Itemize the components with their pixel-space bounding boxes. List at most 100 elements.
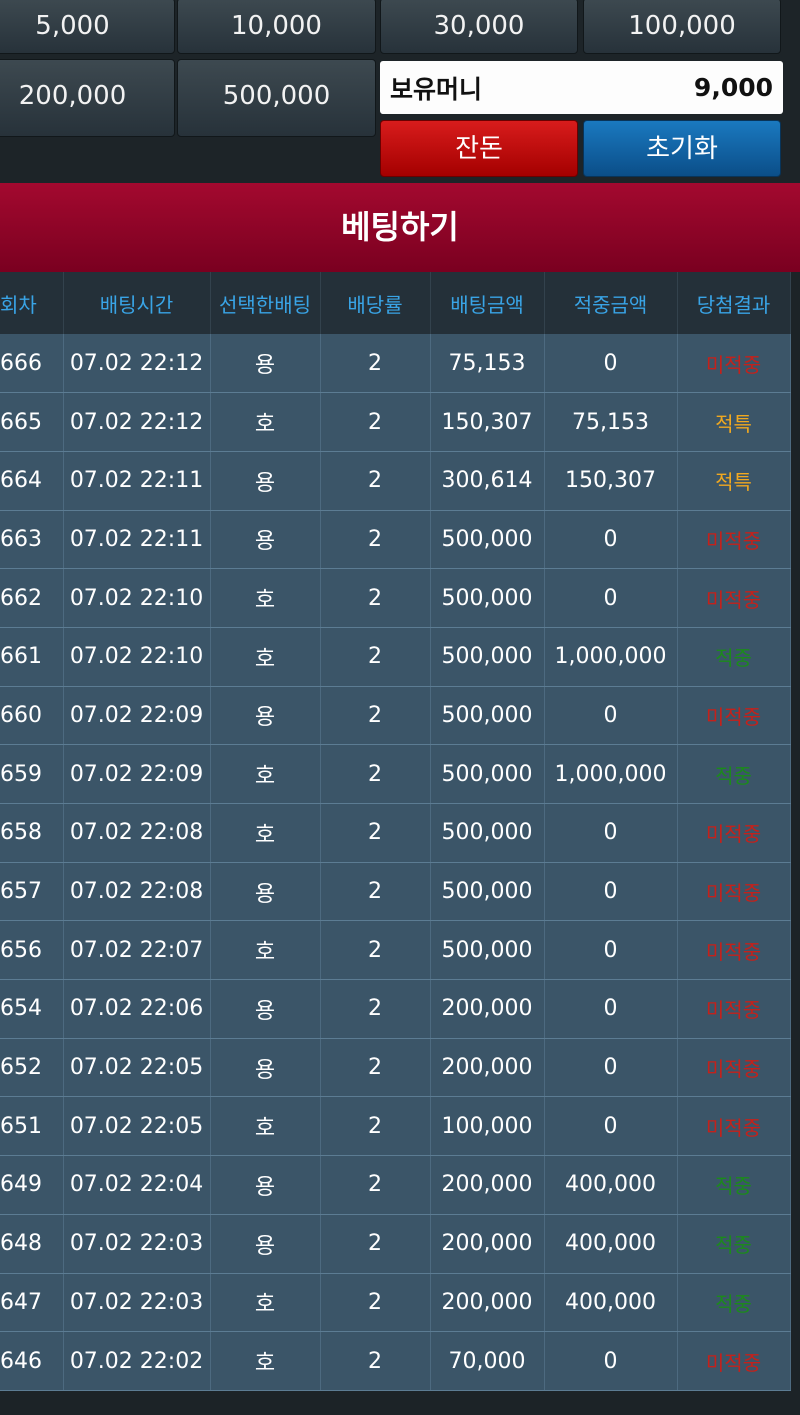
cell-result: 미적중 — [677, 979, 791, 1039]
cell-bet-time: 07.02 22:07 — [63, 920, 211, 981]
cell-win-amount: 150,307 — [544, 451, 678, 511]
header-result: 당첨결과 — [677, 272, 791, 334]
cell-odds: 2 — [320, 627, 431, 687]
cell-round: 663 — [0, 510, 64, 570]
cell-odds: 2 — [320, 979, 431, 1039]
chip-5000-button[interactable]: 5,000 — [0, 0, 175, 54]
table-row: 665 07.02 22:12 호 2 150,307 75,153 적특 — [0, 392, 791, 452]
cell-selection: 용 — [210, 1155, 321, 1215]
cell-result: 적중 — [677, 1214, 791, 1274]
cell-odds: 2 — [320, 803, 431, 863]
cell-result: 미적중 — [677, 862, 791, 922]
cell-round: 656 — [0, 920, 64, 981]
cell-bet-time: 07.02 22:03 — [63, 1273, 211, 1333]
reset-button[interactable]: 초기화 — [583, 120, 781, 177]
cell-win-amount: 1,000,000 — [544, 744, 678, 804]
cell-bet-time: 07.02 22:02 — [63, 1331, 211, 1391]
cell-win-amount: 0 — [544, 1038, 678, 1098]
table-row: 662 07.02 22:10 호 2 500,000 0 미적중 — [0, 568, 791, 628]
cell-result: 미적중 — [677, 920, 791, 981]
table-row: 649 07.02 22:04 용 2 200,000 400,000 적중 — [0, 1155, 791, 1215]
bet-button[interactable]: 베팅하기 — [0, 183, 800, 272]
cell-selection: 용 — [210, 979, 321, 1039]
table-row: 663 07.02 22:11 용 2 500,000 0 미적중 — [0, 510, 791, 570]
chip-panel: 5,000 10,000 30,000 100,000 200,000 500,… — [0, 0, 800, 183]
cell-result: 미적중 — [677, 568, 791, 628]
cell-selection: 용 — [210, 334, 321, 394]
table-row: 648 07.02 22:03 용 2 200,000 400,000 적중 — [0, 1214, 791, 1274]
cell-selection: 호 — [210, 392, 321, 452]
chip-100000-button[interactable]: 100,000 — [583, 0, 781, 54]
cell-result: 적특 — [677, 392, 791, 452]
cell-win-amount: 0 — [544, 510, 678, 570]
cell-win-amount: 0 — [544, 979, 678, 1039]
cell-bet-time: 07.02 22:08 — [63, 862, 211, 922]
table-row: 657 07.02 22:08 용 2 500,000 0 미적중 — [0, 862, 791, 922]
header-win-amount: 적중금액 — [544, 272, 678, 334]
table-row: 646 07.02 22:02 호 2 70,000 0 미적중 — [0, 1331, 791, 1391]
table-row: 654 07.02 22:06 용 2 200,000 0 미적중 — [0, 979, 791, 1039]
cell-odds: 2 — [320, 451, 431, 511]
balance-box: 보유머니 9,000 — [380, 61, 783, 114]
cell-odds: 2 — [320, 568, 431, 628]
cell-odds: 2 — [320, 1038, 431, 1098]
cell-selection: 호 — [210, 920, 321, 981]
cell-selection: 호 — [210, 627, 321, 687]
cell-round: 662 — [0, 568, 64, 628]
header-selection: 선택한배팅 — [210, 272, 321, 334]
cell-bet-amount: 500,000 — [430, 803, 545, 863]
chip-500000-button[interactable]: 500,000 — [177, 59, 376, 137]
cell-result: 미적중 — [677, 334, 791, 394]
table-row: 656 07.02 22:07 호 2 500,000 0 미적중 — [0, 920, 791, 981]
cell-selection: 호 — [210, 744, 321, 804]
cell-bet-amount: 500,000 — [430, 862, 545, 922]
cell-bet-time: 07.02 22:10 — [63, 627, 211, 687]
bet-history-table: 회차 배팅시간 선택한배팅 배당률 배팅금액 적중금액 당첨결과 666 07.0… — [0, 272, 791, 1391]
cell-win-amount: 400,000 — [544, 1155, 678, 1215]
cell-win-amount: 75,153 — [544, 392, 678, 452]
cell-round: 658 — [0, 803, 64, 863]
chip-200000-button[interactable]: 200,000 — [0, 59, 175, 137]
cell-selection: 용 — [210, 1214, 321, 1274]
header-odds: 배당률 — [320, 272, 431, 334]
cell-win-amount: 0 — [544, 1096, 678, 1157]
chip-30000-button[interactable]: 30,000 — [380, 0, 578, 54]
cell-round: 651 — [0, 1096, 64, 1157]
cell-round: 661 — [0, 627, 64, 687]
table-row: 659 07.02 22:09 호 2 500,000 1,000,000 적중 — [0, 744, 791, 804]
cell-result: 적중 — [677, 627, 791, 687]
table-header-row: 회차 배팅시간 선택한배팅 배당률 배팅금액 적중금액 당첨결과 — [0, 272, 791, 334]
cell-selection: 호 — [210, 1331, 321, 1391]
cell-bet-amount: 300,614 — [430, 451, 545, 511]
cell-selection: 호 — [210, 1096, 321, 1157]
cell-bet-time: 07.02 22:05 — [63, 1096, 211, 1157]
change-button[interactable]: 잔돈 — [380, 120, 578, 177]
table-row: 666 07.02 22:12 용 2 75,153 0 미적중 — [0, 334, 791, 394]
cell-bet-time: 07.02 22:12 — [63, 334, 211, 394]
cell-bet-amount: 200,000 — [430, 1214, 545, 1274]
cell-round: 648 — [0, 1214, 64, 1274]
cell-bet-time: 07.02 22:09 — [63, 744, 211, 804]
cell-bet-amount: 70,000 — [430, 1331, 545, 1391]
cell-bet-time: 07.02 22:10 — [63, 568, 211, 628]
cell-result: 미적중 — [677, 1331, 791, 1391]
cell-win-amount: 400,000 — [544, 1273, 678, 1333]
cell-odds: 2 — [320, 1214, 431, 1274]
cell-win-amount: 1,000,000 — [544, 627, 678, 687]
cell-win-amount: 0 — [544, 803, 678, 863]
chip-10000-button[interactable]: 10,000 — [177, 0, 376, 54]
cell-odds: 2 — [320, 862, 431, 922]
cell-odds: 2 — [320, 1331, 431, 1391]
cell-win-amount: 0 — [544, 862, 678, 922]
cell-odds: 2 — [320, 510, 431, 570]
cell-result: 적중 — [677, 1155, 791, 1215]
cell-round: 664 — [0, 451, 64, 511]
cell-odds: 2 — [320, 1273, 431, 1333]
cell-round: 652 — [0, 1038, 64, 1098]
cell-bet-amount: 500,000 — [430, 510, 545, 570]
cell-bet-amount: 75,153 — [430, 334, 545, 394]
cell-result: 적특 — [677, 451, 791, 511]
cell-bet-amount: 100,000 — [430, 1096, 545, 1157]
cell-odds: 2 — [320, 686, 431, 746]
cell-bet-amount: 500,000 — [430, 920, 545, 981]
